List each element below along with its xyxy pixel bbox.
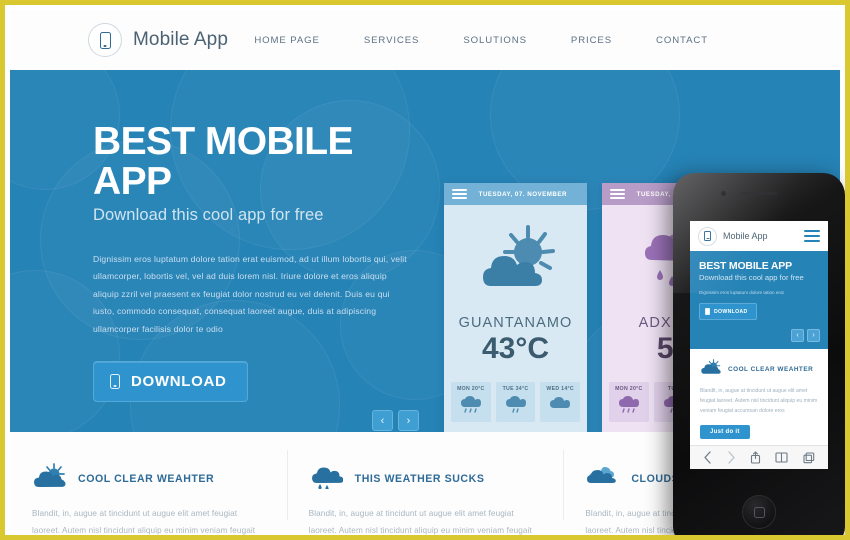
feature-body: Blandit, in, augue at tincidunt ut augue… [308,509,532,536]
phone-logo-text: Mobile App [723,231,768,241]
feature-body: Blandit, in, augue at tincidunt ut augue… [32,509,256,536]
phone-screen: Mobile App BEST MOBILE APP Download this… [690,221,828,469]
weather-card-header: TUESDAY, 07. NOVEMBER [444,183,587,205]
phone-download-button[interactable]: DOWNLOAD [699,303,757,320]
hero-content: BEST MOBILE APP Download this cool app f… [93,122,423,402]
rain-cloud-icon [505,396,527,418]
forward-arrow-icon[interactable] [727,451,736,464]
cloud-icon [549,396,571,418]
forecast-label: MON 20°C [457,386,485,392]
phone-feature-header: COOL CLEAR WEAHTER [700,359,818,380]
nav-item-prices[interactable]: PRICES [549,35,634,46]
nav-item-solutions[interactable]: SOLUTIONS [441,35,549,46]
feature-this-weather-sucks: THIS WEATHER SUCKS Blandit, in, augue at… [286,432,564,535]
weather-card-city: GUANTANAMO [458,315,573,331]
rain-cloud-icon [309,463,344,494]
feature-header: THIS WEATHER SUCKS [309,463,542,494]
sun-behind-cloud-icon [700,359,721,380]
bookmarks-icon[interactable] [775,452,788,463]
slider-next-button[interactable]: › [398,410,419,431]
rain-cloud-icon [618,396,640,418]
phone-site-header: Mobile App [690,221,828,251]
logo-text: Mobile App [133,29,229,50]
phone-slider-prev-button[interactable]: ‹ [791,329,804,342]
slider-controls: ‹ › [372,410,419,431]
forecast-label: TUE 34°C [502,386,529,392]
phone-feature-title: COOL CLEAR WEAHTER [728,366,814,373]
forecast-day: MON 20°C [451,382,491,422]
hamburger-icon[interactable] [610,188,625,200]
phone-icon [88,23,122,57]
hero-title: BEST MOBILE APP [93,120,354,203]
forecast-label: WED 14°C [546,386,574,392]
nav-item-contact[interactable]: CONTACT [634,35,730,46]
phone-download-label: DOWNLOAD [714,308,748,315]
share-icon[interactable] [750,451,761,464]
forecast-label: MON 20°C [615,386,643,392]
hamburger-icon[interactable] [452,188,467,200]
feature-header: COOL CLEAR WEAHTER [32,463,265,494]
weather-card-guantanamo[interactable]: TUESDAY, 07. NOVEMBER GUANTANAMO 43°C MO… [444,183,587,432]
weather-card-temperature: 43°C [481,332,550,365]
cloud-icon [585,463,619,494]
main-nav: HOME PAGE SERVICES SOLUTIONS PRICES CONT… [232,35,730,46]
phone-feature-body: Blandit, in, augue at tincidunt ut augue… [700,388,818,414]
feature-title: THIS WEATHER SUCKS [354,472,485,485]
phone-slider-controls: ‹ › [791,329,820,342]
phone-camera [721,191,726,196]
download-button[interactable]: DOWNLOAD [93,360,248,402]
sun-behind-cloud-icon [444,205,587,315]
nav-item-home-page[interactable]: HOME PAGE [232,35,342,46]
forecast-day: MON 20°C [609,382,649,422]
phone-icon [698,226,717,246]
phone-cta-button[interactable]: Just do it [700,424,750,439]
feature-cool-clear-weahter: COOL CLEAR WEAHTER Blandit, in, augue at… [10,432,287,535]
home-square-icon[interactable] [742,495,776,529]
hamburger-icon[interactable] [804,229,820,243]
hero-subtitle: Download this cool app for free [93,205,324,224]
phone-icon [705,307,710,316]
phone-slider-next-button[interactable]: › [807,329,820,342]
iphone-mockup: Mobile App BEST MOBILE APP Download this… [673,173,845,535]
phone-hero-body: Dignissim eros luptatum dolore tation er… [699,290,784,295]
back-arrow-icon[interactable] [703,451,712,464]
site-logo[interactable]: Mobile App [88,23,228,57]
phone-hero-subtitle: Download this cool app for free [699,273,804,282]
slider-prev-button[interactable]: ‹ [372,410,393,431]
phone-feature-block: COOL CLEAR WEAHTER Blandit, in, augue at… [690,349,828,439]
weather-card-date: TUESDAY, 07. NOVEMBER [478,190,567,198]
forecast-day: WED 14°C [540,382,581,422]
phone-speaker [741,192,777,196]
forecast-strip: MON 20°C TUE 34°C WED 14°C [444,382,587,422]
phone-browser-toolbar [690,445,828,469]
forecast-day: TUE 34°C [495,382,536,422]
tabs-icon[interactable] [803,451,815,464]
download-button-label: DOWNLOAD [131,372,227,390]
phone-icon [110,373,120,389]
feature-title: COOL CLEAR WEAHTER [78,472,215,485]
hero-body-text: Dignissim eros luptatum dolore tation er… [93,253,407,334]
page-frame: Mobile App HOME PAGE SERVICES SOLUTIONS … [0,0,850,540]
phone-hero-title: BEST MOBILE APP [699,260,792,272]
nav-item-services[interactable]: SERVICES [342,35,442,46]
rain-cloud-icon [460,396,482,418]
phone-hero: BEST MOBILE APP Download this cool app f… [690,251,828,349]
sun-behind-cloud-icon [32,463,66,494]
site-header: Mobile App HOME PAGE SERVICES SOLUTIONS … [10,10,840,70]
